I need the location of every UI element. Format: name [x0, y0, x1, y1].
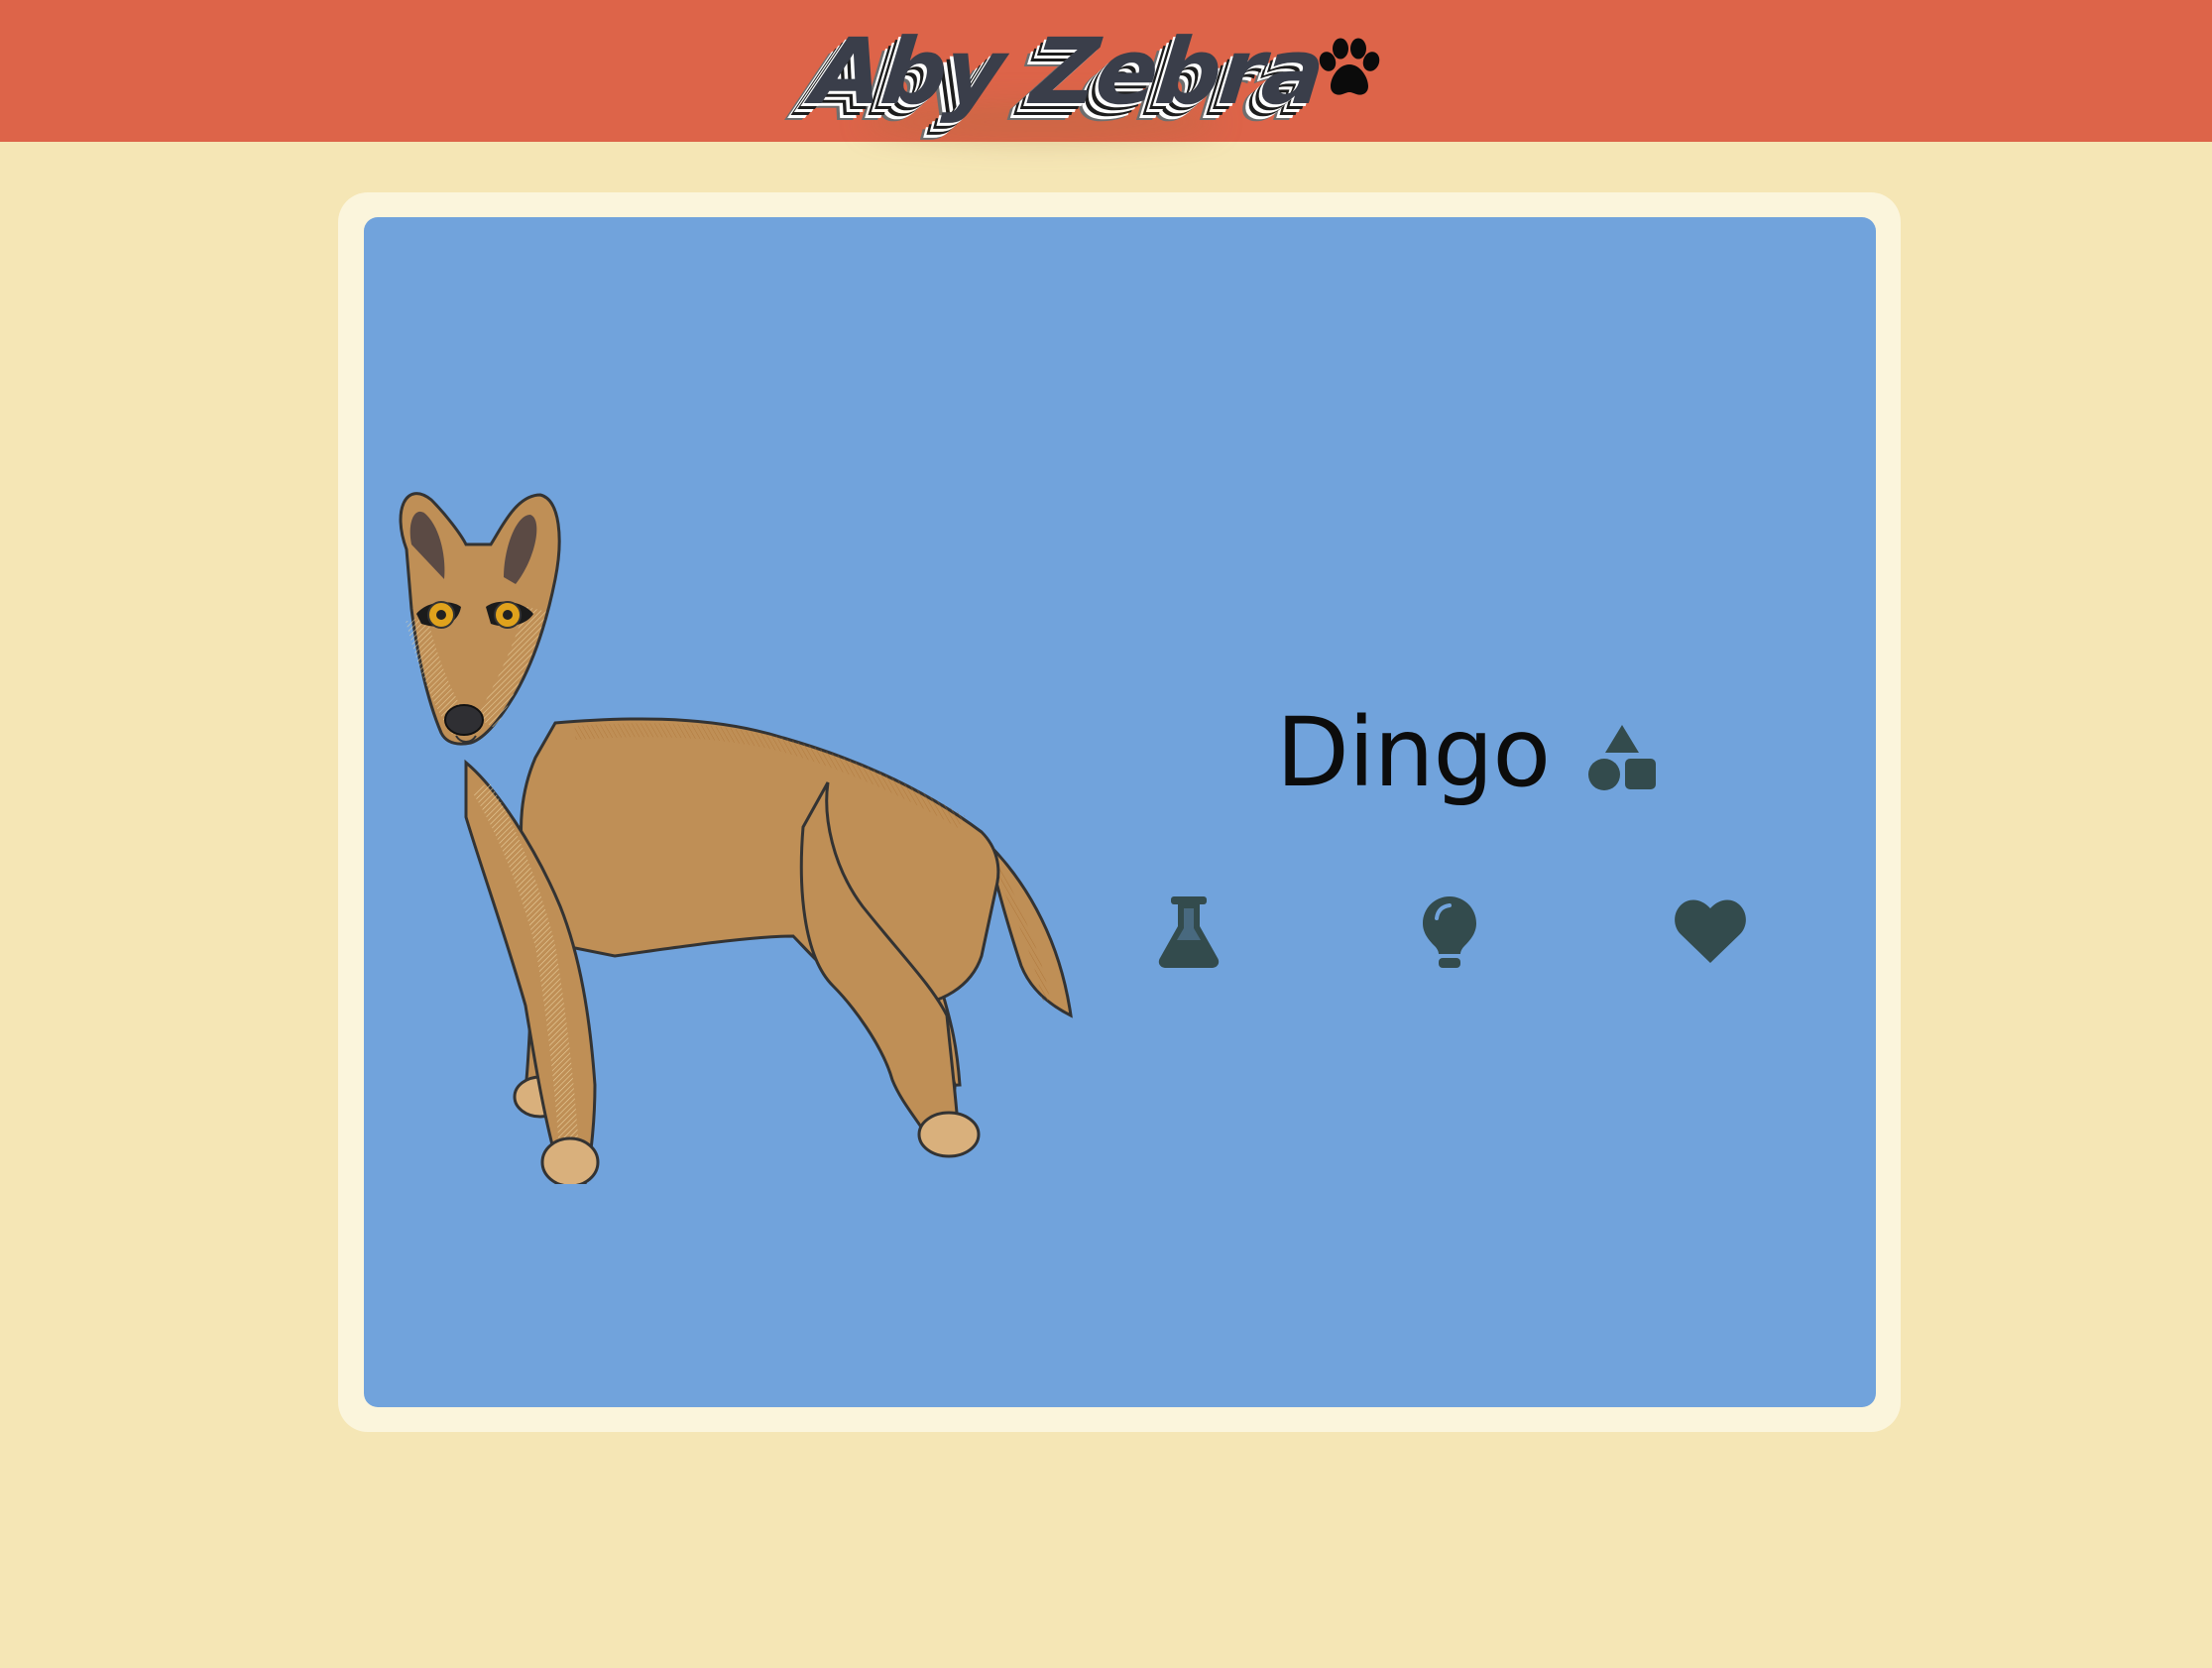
shapes-icon[interactable] — [1587, 723, 1657, 792]
dingo-illustration — [399, 492, 1073, 1184]
heart-icon[interactable] — [1675, 899, 1746, 963]
animal-name-row: Dingo — [1276, 693, 1657, 812]
animal-name: Dingo — [1276, 697, 1551, 808]
lightbulb-icon[interactable] — [1423, 896, 1476, 968]
header-bar: Aby Zebra — [0, 0, 2212, 142]
animal-card: Dingo — [364, 217, 1876, 1407]
paw-icon — [1319, 38, 1380, 95]
flask-icon[interactable] — [1157, 896, 1221, 968]
site-logo[interactable]: Aby Zebra — [807, 8, 1328, 142]
logo-text: Aby Zebra — [807, 19, 1329, 125]
